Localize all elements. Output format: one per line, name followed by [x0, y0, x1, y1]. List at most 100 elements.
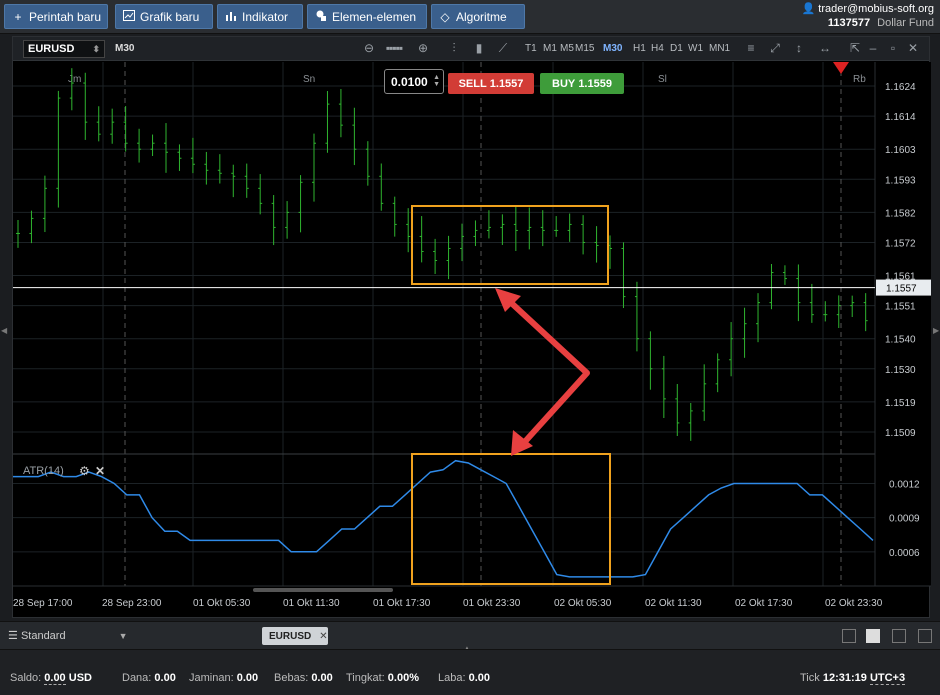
buy-button[interactable]: BUY 1.1559	[540, 73, 624, 94]
current-timeframe: M30	[115, 43, 135, 54]
price-bar	[419, 216, 424, 263]
timeframe-t1[interactable]: T1	[525, 43, 537, 54]
layout-single-icon[interactable]	[842, 629, 856, 643]
price-bar	[634, 281, 639, 352]
time-tick-label: 01 Okt 05:30	[193, 598, 251, 609]
price-bar	[540, 210, 545, 247]
price-bar	[298, 175, 303, 233]
price-bar	[338, 89, 343, 138]
atr-line	[13, 459, 874, 578]
price-bar	[150, 134, 155, 156]
timeframe-w1[interactable]: W1	[688, 43, 703, 54]
layout-rows-icon[interactable]	[918, 629, 932, 643]
price-bar	[554, 216, 559, 237]
price-bar	[702, 364, 707, 421]
timezone-select[interactable]: UTC+3	[869, 672, 906, 685]
zoom-slider[interactable]: ▪▪▪▪▪	[379, 41, 409, 55]
balance-value[interactable]: 0.00	[44, 672, 66, 685]
session-label: Rb	[853, 74, 866, 85]
lot-size-input[interactable]: 0.0100 ▲ ▼	[384, 69, 444, 94]
timeframe-m30[interactable]: M30	[603, 43, 622, 54]
highlight-box-atr	[411, 453, 611, 585]
indicator-list-icon[interactable]: ≡	[743, 41, 759, 55]
price-tick-label: 1.1519	[885, 398, 916, 409]
price-bar	[823, 301, 828, 322]
atr-tick-label: 0.0012	[889, 479, 920, 490]
vertical-scale-icon[interactable]: ↕	[791, 41, 807, 55]
chart-icon	[122, 9, 136, 24]
maximize-icon[interactable]: ▫	[885, 41, 901, 55]
detach-icon[interactable]: ⇱	[847, 41, 863, 55]
left-panel-arrow-icon[interactable]: ◀	[1, 326, 7, 335]
tab-eurusd[interactable]: EURUSD ✕	[262, 627, 328, 645]
sell-button[interactable]: SELL 1.1557	[448, 73, 534, 94]
close-tab-icon[interactable]: ✕	[319, 631, 327, 642]
minimize-icon[interactable]: –	[865, 41, 881, 55]
price-tick-label: 1.1593	[885, 175, 916, 186]
time-tick-label: 02 Okt 17:30	[735, 598, 793, 609]
time-tick-label: 01 Okt 11:30	[283, 598, 340, 609]
current-price-label: 1.1557	[886, 284, 917, 295]
line-chart-icon[interactable]: ⟋	[495, 41, 511, 56]
price-bar	[742, 307, 747, 358]
account-info[interactable]: 👤 trader@mobius-soft.org 1137577 Dollar …	[802, 2, 934, 29]
indicators-button[interactable]: Indikator	[217, 4, 303, 29]
price-tick-label: 1.1582	[885, 208, 916, 219]
new-order-button[interactable]: + Perintah baru	[4, 4, 108, 29]
timeframe-h4[interactable]: H4	[651, 43, 664, 54]
price-bar	[527, 207, 532, 250]
spinner-icon[interactable]: ▲ ▼	[433, 74, 440, 88]
price-bar	[244, 163, 249, 198]
price-tick-label: 1.1572	[885, 238, 916, 249]
algorithm-button[interactable]: ◇ Algoritme	[431, 4, 525, 29]
horizontal-scrollbar[interactable]	[253, 588, 393, 592]
horizontal-scale-icon[interactable]: ↔	[817, 41, 833, 55]
plus-icon: +	[14, 9, 22, 24]
server-time: 12:31:19	[822, 672, 867, 684]
price-bar	[688, 402, 693, 441]
chart-tab-bar: ☰ Standard ▼ EURUSD ✕ ▲	[0, 621, 940, 653]
equity-value: 0.00	[154, 672, 176, 684]
close-indicator-icon[interactable]: ✕	[95, 464, 105, 478]
timeframe-mn1[interactable]: MN1	[709, 43, 730, 54]
layout-grid-icon[interactable]	[866, 629, 880, 643]
price-bar	[110, 108, 115, 144]
highlight-box-price	[411, 205, 609, 285]
new-chart-button[interactable]: Grafik baru	[115, 4, 213, 29]
price-tick-label: 1.1614	[885, 112, 916, 123]
candle-chart-icon[interactable]: ▮	[471, 41, 487, 55]
timeframe-m15[interactable]: M15	[575, 43, 594, 54]
price-tick-label: 1.1624	[885, 82, 916, 93]
layout-select[interactable]: ☰ Standard ▼	[8, 629, 128, 642]
time-marker-icon[interactable]	[833, 62, 849, 74]
time-tick-label: 28 Sep 23:00	[102, 598, 162, 609]
timeframe-h1[interactable]: H1	[633, 43, 646, 54]
session-label: Jm	[68, 74, 81, 85]
price-bar	[285, 201, 290, 239]
timeframe-d1[interactable]: D1	[670, 43, 683, 54]
trading-app: + Perintah baru Grafik baru Indikator El…	[0, 0, 940, 695]
price-bar	[661, 355, 666, 418]
layout-columns-icon[interactable]	[892, 629, 906, 643]
close-icon[interactable]: ✕	[905, 41, 921, 55]
elements-button[interactable]: Elemen-elemen	[307, 4, 427, 29]
price-tick-label: 1.1540	[885, 335, 916, 346]
shapes-icon	[314, 10, 328, 24]
draw-line-icon[interactable]: ⤢	[767, 41, 783, 56]
timeframe-m1[interactable]: M1	[543, 43, 557, 54]
gear-icon[interactable]: ⚙	[79, 464, 90, 478]
symbol-select[interactable]: EURUSD ⬍	[23, 40, 105, 58]
price-bar	[123, 106, 128, 152]
updown-icon: ⬍	[92, 44, 100, 54]
price-bar	[177, 144, 182, 171]
price-bar	[16, 220, 20, 248]
price-bar	[258, 174, 263, 215]
chart-plot[interactable]: 1.1624 1.1614 1.1603 1.1593 1.1582 1.1572 1.15…	[13, 62, 931, 619]
zoom-in-icon[interactable]: ⊕	[415, 41, 431, 55]
timeframe-m5[interactable]: M5	[560, 43, 574, 54]
right-panel-arrow-icon[interactable]: ▶	[933, 326, 939, 335]
price-bar	[836, 295, 841, 329]
zoom-out-icon[interactable]: ⊖	[361, 41, 377, 55]
price-bar	[809, 283, 814, 323]
bar-chart-icon[interactable]: ⫶	[446, 41, 462, 56]
